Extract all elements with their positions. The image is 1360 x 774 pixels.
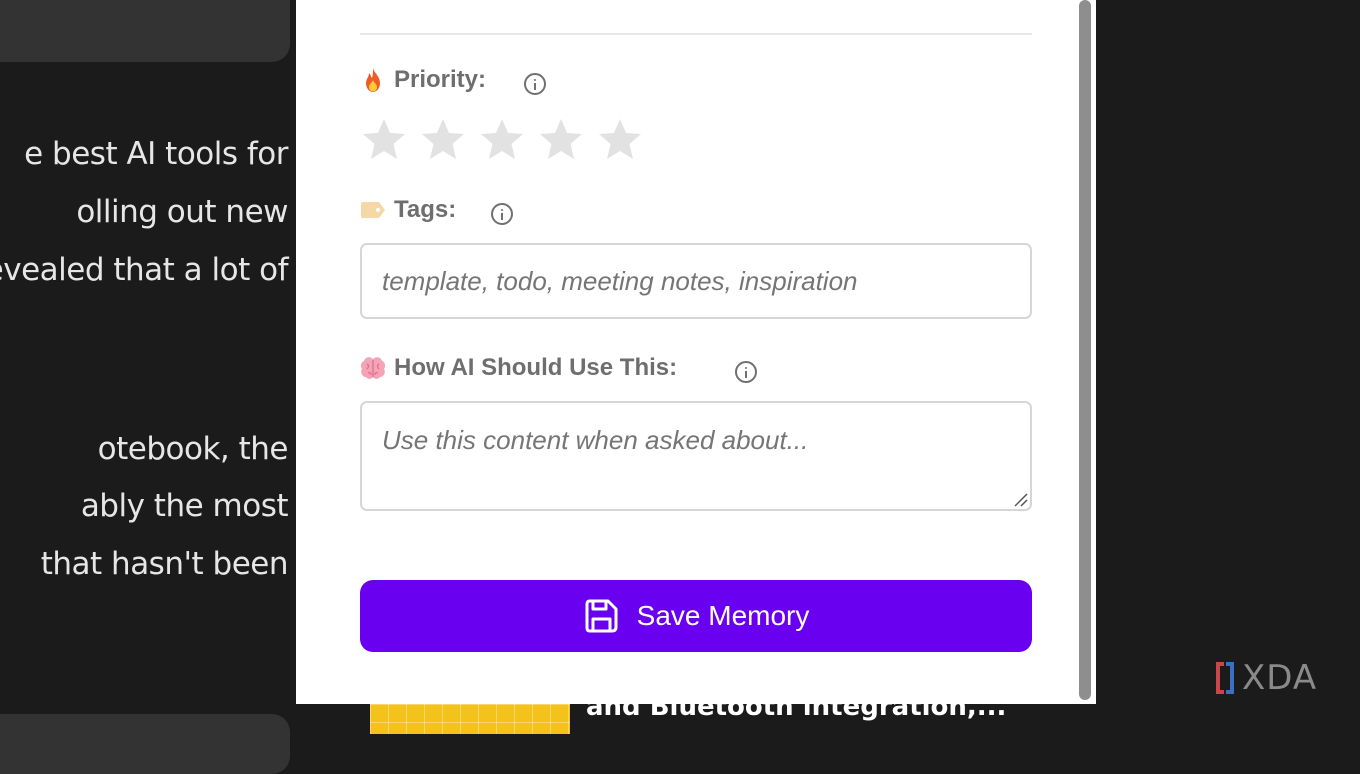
xda-watermark-text: XDA — [1242, 658, 1318, 698]
tags-info-icon[interactable] — [491, 203, 513, 225]
tags-label: Tags: — [360, 196, 456, 224]
ai-usage-label-text: How AI Should Use This: — [394, 354, 678, 381]
article-text-line: evealed that a lot of — [0, 252, 289, 288]
priority-star-rating[interactable] — [360, 116, 644, 164]
brain-icon — [360, 355, 386, 381]
article-text-line: e best AI tools for — [24, 136, 288, 172]
article-text-line: otebook, the — [97, 431, 289, 467]
xda-watermark: XDA — [1212, 658, 1317, 698]
save-memory-button-label: Save Memory — [636, 600, 810, 631]
tag-icon — [360, 197, 386, 223]
star-icon-3[interactable] — [478, 116, 526, 164]
star-icon-2[interactable] — [419, 116, 467, 164]
related-article-thumbnail[interactable] — [370, 704, 570, 734]
priority-label: Priority: — [360, 66, 486, 94]
star-icon-5[interactable] — [596, 116, 644, 164]
floppy-disk-icon — [585, 599, 618, 633]
resize-handle-icon[interactable] — [1012, 491, 1028, 507]
ai-usage-info-icon[interactable] — [735, 361, 757, 383]
article-text-line: ably the most — [80, 488, 289, 524]
flame-icon — [360, 67, 386, 93]
tags-input[interactable] — [360, 243, 1032, 319]
star-icon-1[interactable] — [360, 116, 408, 164]
tags-label-text: Tags: — [394, 196, 457, 223]
article-text-line: olling out new — [76, 194, 288, 230]
save-memory-button[interactable]: Save Memory — [360, 580, 1032, 652]
priority-label-text: Priority: — [394, 66, 487, 93]
xda-logo-icon — [1216, 662, 1234, 694]
scrollbar-thumb[interactable] — [1079, 0, 1091, 700]
article-card-bottom — [0, 714, 290, 774]
ai-usage-textarea[interactable] — [360, 401, 1032, 511]
ai-usage-label: How AI Should Use This: — [360, 354, 677, 382]
section-divider — [360, 33, 1032, 35]
priority-info-icon[interactable] — [524, 73, 546, 95]
article-card-top — [0, 0, 290, 62]
star-icon-4[interactable] — [537, 116, 585, 164]
article-text-line: that hasn't been — [40, 546, 289, 582]
